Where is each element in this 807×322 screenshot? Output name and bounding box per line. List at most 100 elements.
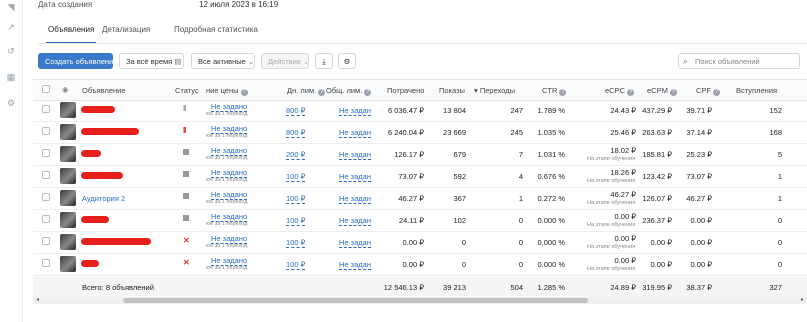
day-limit-link[interactable]: 100 ₽ [286,216,306,226]
rejected-icon[interactable]: ✕ [183,258,190,267]
table-row[interactable]: Не задано юе за 1 переход 200 ₽ Не задан 126… [33,143,807,166]
col-ad[interactable]: Объявление [82,86,126,95]
col-ctr[interactable]: CTR? [542,86,567,96]
table-row[interactable]: ✕ Не задано юе за 1 переход 100 ₽ Не задан 0.… [33,253,807,276]
creation-date: Дата создания 12 июля 2023 в 16:19 [38,0,278,9]
scroll-left-icon[interactable]: ◂ [36,297,39,304]
chart-icon[interactable]: ↗ [6,22,16,32]
scrollbar-thumb[interactable] [123,298,588,303]
price-mode-link[interactable]: Не задано [211,190,248,200]
ad-thumbnail[interactable] [60,102,76,118]
row-checkbox[interactable] [42,237,50,245]
joins-value: 168 [769,128,782,137]
help-icon[interactable]: ? [318,89,326,96]
ad-name-link[interactable]: Аудитория 2 [82,194,125,203]
tab-stats[interactable]: Подробная статистика [174,25,258,34]
col-total-limit[interactable]: Общ. лим.? [326,86,372,96]
scroll-right-icon[interactable]: ▸ [801,297,804,304]
cpf-value: 46.27 ₽ [686,194,712,203]
settings-button[interactable]: ⚙ [338,53,356,69]
col-ecpc[interactable]: eCPC? [605,86,635,96]
eye-icon[interactable]: ◉ [62,85,69,94]
row-checkbox[interactable] [42,215,50,223]
day-limit-link[interactable]: 800 ₽ [286,128,306,138]
table-row[interactable]: II Не задано юе за 1 переход 800 ₽ Не задан 6… [33,121,807,144]
megaphone-icon[interactable]: ◥ [6,2,16,12]
col-total-limit-label: Общ. лим. [326,86,363,95]
ad-thumbnail[interactable] [60,190,76,206]
table-row[interactable]: Аудитория 2 Не задано юе за 1 переход 100 ₽… [33,187,807,210]
row-checkbox[interactable] [42,149,50,157]
help-icon[interactable]: ? [240,89,248,96]
col-cpf[interactable]: CPF? [696,86,720,96]
row-checkbox[interactable] [42,193,50,201]
download-button[interactable]: ⤓ [315,53,333,69]
table-row[interactable]: Не задано юе за 1 переход 100 ₽ Не задан 73.… [33,165,807,188]
totals-spent: 12 546.13 ₽ [383,283,424,292]
col-clicks-label: Переходы [479,86,516,95]
price-mode-link[interactable]: Не задано [211,102,248,112]
stop-icon[interactable] [183,193,189,199]
stop-icon[interactable] [183,171,189,177]
ad-thumbnail[interactable] [60,124,76,140]
impressions-value: 679 [453,150,466,159]
table-row[interactable]: Не задано юе за 1 переход 100 ₽ Не задан 24.… [33,209,807,232]
create-ad-button[interactable]: Создать объявление [38,53,117,69]
row-checkbox[interactable] [42,127,50,135]
help-icon[interactable]: ? [669,89,677,96]
row-checkbox[interactable] [42,259,50,267]
rejected-icon[interactable]: ✕ [183,236,190,245]
day-limit-link[interactable]: 100 ₽ [286,260,306,270]
col-clicks[interactable]: ▾ Переходы [474,86,515,95]
pause-icon[interactable]: II [183,104,187,113]
tab-ads[interactable]: Объявления [45,25,97,44]
gear-icon[interactable]: ⚙ [6,98,16,108]
ad-thumbnail[interactable] [60,146,76,162]
period-select[interactable]: За всё время ▤ [119,53,184,69]
search-input[interactable] [695,55,795,67]
horizontal-scrollbar[interactable]: ◂ ▸ [33,297,807,304]
table-row[interactable]: II Не задано юе за 1 переход 800 ₽ Не задан 6… [33,99,807,122]
col-joins[interactable]: Вступления [736,86,777,95]
stop-icon[interactable] [183,149,189,155]
history-icon[interactable]: ↺ [6,46,16,56]
spent-value: 0.00 ₽ [402,238,424,247]
col-spent[interactable]: Потрачено [387,86,424,95]
price-mode-link[interactable]: Не задано [211,212,248,222]
help-icon[interactable]: ? [713,89,720,96]
col-day-limit[interactable]: Дн. лим.? [287,86,326,96]
day-limit-link[interactable]: 200 ₽ [286,150,306,160]
col-price[interactable]: ние цены? [206,86,248,96]
grid-icon[interactable]: ▦ [6,72,16,82]
help-icon[interactable]: ? [559,89,567,96]
status-filter-select[interactable]: Все активные ⌄ [191,53,255,69]
actions-select[interactable]: Действия ⌄ [261,53,309,69]
col-ecpm[interactable]: eCPM? [647,86,677,96]
stop-icon[interactable] [183,215,189,221]
price-mode-link[interactable]: Не задано [211,124,248,134]
col-impressions[interactable]: Показы [439,86,465,95]
day-limit-link[interactable]: 100 ₽ [286,238,306,248]
ecpc-value: 25.46 ₽ [610,128,636,137]
col-status[interactable]: Статус [175,86,199,95]
price-mode-link[interactable]: Не задано [211,168,248,178]
row-checkbox[interactable] [42,171,50,179]
impressions-value: 367 [453,194,466,203]
table-row[interactable]: ✕ Не задано юе за 1 переход 100 ₽ Не задан 0.… [33,231,807,254]
price-mode-link[interactable]: Не задано [211,234,248,244]
day-limit-link[interactable]: 100 ₽ [286,172,306,182]
price-mode-link[interactable]: Не задано [211,256,248,266]
select-all-checkbox[interactable] [42,85,50,93]
ad-thumbnail[interactable] [60,234,76,250]
pause-icon[interactable]: II [183,126,187,135]
row-checkbox[interactable] [42,105,50,113]
help-icon[interactable]: ? [364,89,372,96]
day-limit-link[interactable]: 100 ₽ [286,194,306,204]
ad-thumbnail[interactable] [60,168,76,184]
day-limit-link[interactable]: 800 ₽ [286,106,306,116]
price-mode-link[interactable]: Не задано [211,146,248,156]
ad-thumbnail[interactable] [60,256,76,272]
ad-thumbnail[interactable] [60,212,76,228]
tab-details[interactable]: Детализация [102,25,150,34]
help-icon[interactable]: ? [627,89,635,96]
